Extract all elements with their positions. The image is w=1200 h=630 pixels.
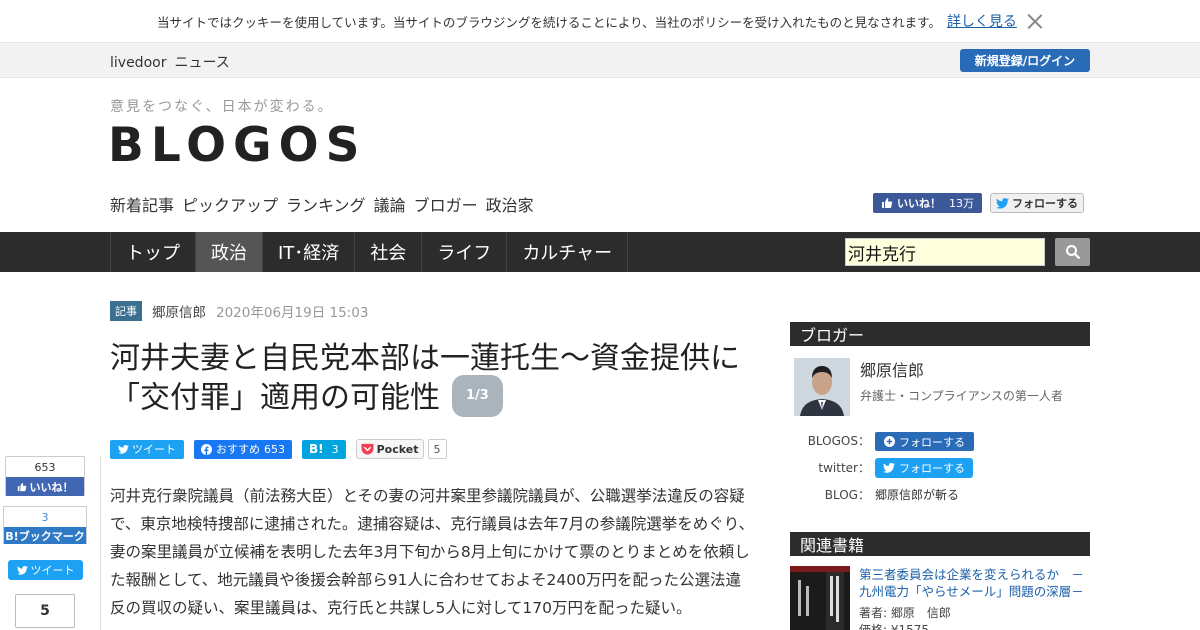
nav-it-economy[interactable]: IT･経済 (263, 232, 356, 272)
plus-circle-icon (884, 436, 895, 447)
hatena-b-label: B! (309, 442, 324, 456)
float-hb-count: 3 (41, 510, 49, 524)
book-author: 著者: 郷原 信郎 (859, 606, 951, 620)
nav-life[interactable]: ライフ (422, 232, 508, 272)
fb-like-count: 13万 (949, 197, 974, 210)
float-hatena-bookmark[interactable]: 3 B!ブックマーク (3, 506, 87, 544)
pocket-count: 5 (427, 439, 447, 459)
fb-like-label: いいね！ (897, 197, 941, 210)
site-logo[interactable]: BLOGOS (108, 118, 366, 173)
float-pocket-count[interactable]: 5 (15, 594, 75, 628)
subnav-pickup[interactable]: ピックアップ (182, 192, 278, 216)
site-tagline: 意見をつなぐ、日本が変わる。 (110, 99, 334, 115)
facebook-recommend-button[interactable]: おすすめ 653 (194, 439, 292, 459)
blogger-name[interactable]: 郷原信郎 (860, 357, 924, 381)
nav-top[interactable]: トップ (111, 232, 196, 272)
pocket-label: Pocket (376, 442, 419, 456)
twitter-bird-icon (118, 444, 129, 454)
twitter-follow-button[interactable]: フォローする (990, 193, 1084, 213)
twitter-bird-icon (996, 197, 1009, 209)
float-tweet-button[interactable]: ツイート (8, 560, 83, 580)
facebook-icon (201, 443, 212, 455)
search-button[interactable] (1055, 238, 1090, 266)
person-portrait-icon (794, 358, 850, 416)
blogos-follow-button[interactable]: フォローする (875, 432, 974, 451)
tweet-label: ツイート (132, 443, 176, 456)
book-title-link[interactable]: 第三者委員会は企業を変えられるか －九州電力「やらせメール」問題の深層－ (859, 566, 1091, 600)
book-cover-icon (790, 566, 850, 630)
book-price: 価格: ¥1575 (859, 623, 930, 630)
float-like-button-face: いいね！ (6, 477, 84, 496)
pocket-button[interactable]: Pocket (355, 439, 424, 459)
facebook-like-button[interactable]: いいね！ 13万 (873, 193, 982, 213)
cookie-banner: 当サイトではクッキーを使用しています。当サイトのブラウジングを続けることにより、… (0, 0, 1200, 42)
news-brand: ニュース (174, 55, 230, 71)
search-input[interactable] (845, 238, 1045, 266)
subnav-new[interactable]: 新着記事 (110, 192, 174, 216)
twitter-bird-icon (16, 565, 28, 575)
article-body: 河井克行衆院議員（前法務大臣）とその妻の河井案里参議院議員が、公職選挙法違反の容… (110, 487, 755, 617)
fb-recommend-count: 653 (264, 442, 285, 456)
header-social: いいね！ 13万 フォローする (873, 193, 1084, 213)
nav-politics[interactable]: 政治 (196, 232, 263, 272)
blogger-description: 弁護士・コンプライアンスの第一人者 (860, 389, 1063, 403)
blogger-avatar (794, 358, 850, 416)
article-meta: 記事 郷原信郎 2020年06月19日 15:03 (110, 301, 368, 321)
sidebar-twitter-follow-label: フォローする (899, 462, 965, 475)
subnav-ranking[interactable]: ランキング (286, 192, 366, 216)
twitter-follow-label: フォローする (1012, 197, 1078, 210)
nav-culture[interactable]: カルチャー (507, 232, 629, 272)
livedoor-news-link[interactable]: livedoor ニュース (110, 52, 238, 72)
twitter-label: twitter： (818, 461, 870, 475)
float-facebook-like[interactable]: 653 いいね！ (5, 456, 85, 496)
subnav-politicians[interactable]: 政治家 (486, 192, 534, 216)
sub-navigation: 新着記事 ピックアップ ランキング 議論 ブロガー 政治家 (110, 192, 534, 216)
thumbs-up-icon (882, 198, 893, 208)
sidebar-twitter-follow-button[interactable]: フォローする (875, 458, 973, 478)
float-like-count: 653 (34, 460, 56, 474)
book-cover-image[interactable] (790, 566, 850, 630)
livedoor-brand: livedoor (110, 55, 167, 71)
search-icon (1065, 245, 1080, 260)
hatena-bookmark-button[interactable]: B! 3 (302, 439, 346, 459)
cookie-more-link[interactable]: 詳しく見る (947, 11, 1017, 31)
article-author[interactable]: 郷原信郎 (152, 301, 206, 321)
tweet-button[interactable]: ツイート (110, 439, 184, 459)
subnav-debate[interactable]: 議論 (374, 192, 406, 216)
pocket-icon (361, 443, 374, 455)
thumbs-up-icon (17, 482, 26, 491)
cookie-text: 当サイトではクッキーを使用しています。当サイトのブラウジングを続けることにより、… (157, 14, 941, 30)
blogos-follow-label: フォローする (899, 435, 965, 449)
fb-recommend-label: おすすめ (216, 443, 260, 456)
signup-login-button[interactable]: 新規登録/ログイン (960, 49, 1090, 72)
hatena-count: 3 (331, 442, 339, 456)
float-hb-label: B!ブックマーク (4, 527, 86, 544)
page-badge: 1/3 (452, 375, 503, 417)
related-books-heading: 関連書籍 (790, 532, 1090, 556)
blogos-label: BLOGOS： (807, 434, 870, 448)
article-title: 河井夫妻と自民党本部は一蓮托生～資金提供に「交付罪」適用の可能性 1/3 (110, 340, 760, 420)
livedoor-bar: livedoor ニュース 新規登録/ログイン (0, 42, 1200, 78)
divider (100, 456, 101, 630)
close-icon[interactable] (1027, 13, 1043, 29)
subnav-bloggers[interactable]: ブロガー (414, 192, 478, 216)
article-date: 2020年06月19日 15:03 (216, 305, 369, 321)
article-title-text: 河井夫妻と自民党本部は一蓮托生～資金提供に「交付罪」適用の可能性 (110, 341, 740, 416)
float-tweet-label: ツイート (30, 564, 75, 577)
blog-label: BLOG： (824, 488, 870, 502)
blogger-heading: ブロガー (790, 322, 1090, 346)
article-tag: 記事 (110, 301, 142, 321)
blog-link[interactable]: 郷原信郎が斬る (875, 486, 959, 503)
twitter-bird-icon (883, 463, 895, 473)
float-like-label: いいね！ (29, 480, 74, 494)
article-share-row: ツイート おすすめ 653 B! 3 Pocket 5 (110, 439, 447, 459)
nav-society[interactable]: 社会 (355, 232, 423, 272)
